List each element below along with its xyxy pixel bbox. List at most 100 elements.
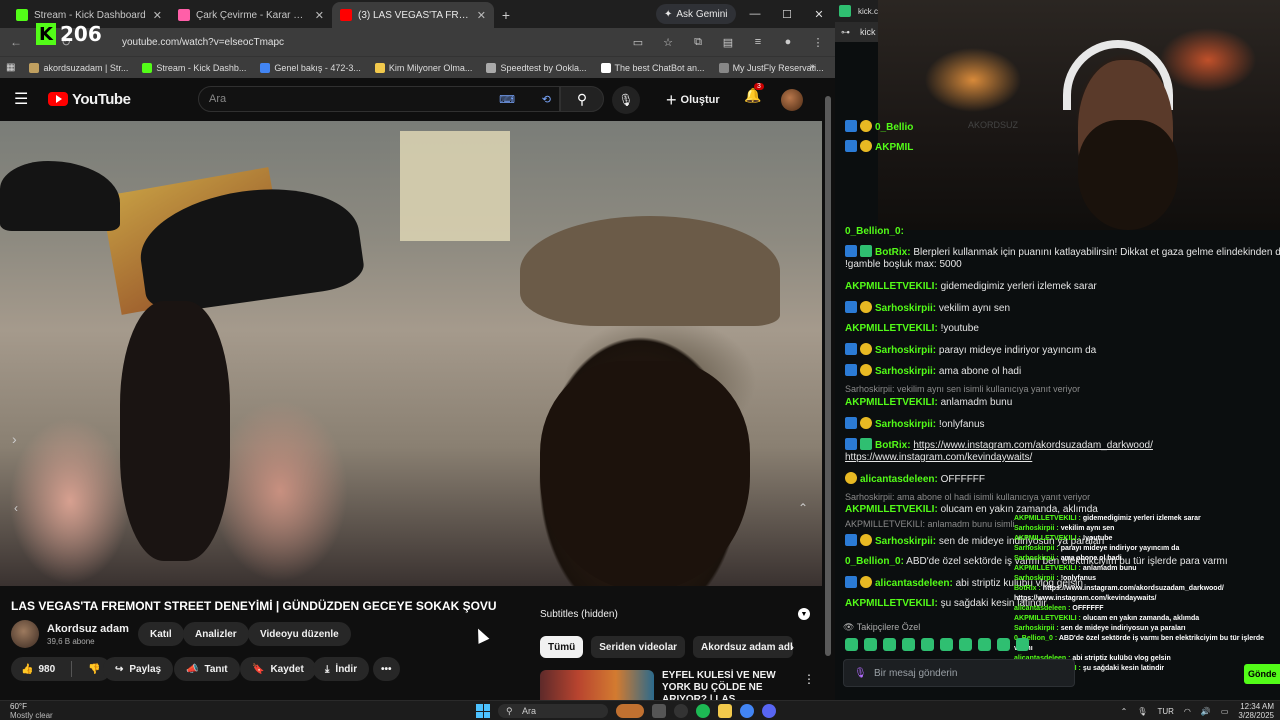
back-icon[interactable]: ← bbox=[6, 32, 26, 52]
tab-youtube-video[interactable]: (3) LAS VEGAS'TA FREMONT ST... ✕ bbox=[332, 2, 494, 28]
emote-icon[interactable] bbox=[940, 638, 953, 651]
chevron-right-icon[interactable]: › bbox=[790, 640, 794, 654]
chat-message[interactable]: alicantasdeleen: OFFFFFF bbox=[845, 472, 985, 486]
send-chat-button[interactable]: Gönde bbox=[1244, 664, 1280, 684]
profile-icon[interactable]: ● bbox=[779, 32, 797, 52]
emote-icon[interactable] bbox=[978, 638, 991, 651]
chat-username[interactable]: alicantasdeleen: bbox=[860, 474, 938, 485]
weather-widget[interactable]: 60°F Mostly clear bbox=[10, 702, 53, 720]
bookmark-justfly[interactable]: My JustFly Reservati... bbox=[718, 62, 824, 73]
share-button[interactable]: ↪ Paylaş bbox=[103, 657, 174, 681]
maximize-icon[interactable]: ☐ bbox=[771, 0, 803, 28]
language-indicator[interactable]: TUR bbox=[1157, 707, 1173, 716]
wifi-icon[interactable]: ◠ bbox=[1184, 707, 1191, 716]
chat-message[interactable]: AKPMILLETVEKILI: !youtube bbox=[845, 322, 979, 335]
chat-message[interactable]: 0_Bellio bbox=[845, 120, 913, 134]
chevron-up-icon[interactable]: ⌃ bbox=[1121, 707, 1128, 716]
channel-avatar[interactable] bbox=[11, 620, 39, 648]
chat-username[interactable]: AKPMILLETVEKILI: bbox=[845, 598, 938, 609]
close-window-icon[interactable]: ✕ bbox=[803, 0, 835, 28]
chip-channel[interactable]: Akordsuz adam adlı y bbox=[693, 636, 794, 658]
chat-message[interactable]: BotRix: Blerpleri kullanmak için puanını… bbox=[845, 245, 1280, 259]
search-input[interactable]: Ara ⌨ ⟲ bbox=[198, 86, 560, 112]
tab-cark-cevirme[interactable]: Çark Çevirme - Karar Çarkı ✕ bbox=[170, 2, 332, 28]
ask-gemini-button[interactable]: ✦ Ask Gemini bbox=[656, 4, 736, 24]
app-thumbnail-icon[interactable] bbox=[616, 704, 644, 718]
tab-search-icon[interactable]: ≡ bbox=[749, 32, 767, 52]
bookmark-star-icon[interactable]: ☆ bbox=[659, 32, 677, 52]
chat-username[interactable]: AKPMILLETVEKILI: bbox=[845, 323, 938, 334]
subtitles-toggle[interactable]: Subtitles (hidden) ▼ bbox=[540, 603, 810, 625]
close-tab-icon[interactable]: ✕ bbox=[315, 9, 324, 22]
emote-icon[interactable] bbox=[997, 638, 1010, 651]
chat-message[interactable]: AKPMILLETVEKILI: anlamadm bunu bbox=[845, 396, 1012, 409]
page-scrollbar[interactable] bbox=[823, 86, 833, 696]
microphone-icon[interactable]: 🎙 bbox=[1137, 707, 1147, 716]
video-player[interactable]: › ‹ ⌃ bbox=[0, 121, 822, 586]
chat-username[interactable]: Sarhoskirpii: bbox=[875, 303, 936, 314]
bookmark-genel-bakis[interactable]: Genel bakış - 472-3... bbox=[260, 62, 361, 73]
close-tab-icon[interactable]: ✕ bbox=[153, 9, 162, 22]
chat-message[interactable]: Sarhoskirpii: ama abone ol hadi bbox=[845, 364, 1021, 378]
chat-message[interactable]: https://www.instagram.com/kevindaywaits/ bbox=[845, 451, 1032, 464]
scrollbar-thumb[interactable] bbox=[825, 96, 831, 656]
edit-video-button[interactable]: Videoyu düzenle bbox=[248, 622, 351, 646]
chat-username[interactable]: AKPMILLETVEKILI: bbox=[845, 504, 938, 515]
notifications-button[interactable]: 🔔 3 bbox=[744, 83, 764, 104]
translate-icon[interactable]: ⟲ bbox=[542, 93, 551, 106]
chevron-left-icon[interactable]: ‹ bbox=[14, 501, 18, 515]
media-control-icon[interactable]: ▤ bbox=[719, 32, 737, 52]
youtube-logo[interactable]: YouTube bbox=[48, 91, 131, 108]
chat-username[interactable]: AKPMILLETVEKILI: bbox=[845, 397, 938, 408]
chat-message[interactable]: !gamble boşluk max: 5000 bbox=[845, 258, 962, 271]
extensions-icon[interactable]: ⧉ bbox=[689, 32, 707, 52]
chevron-left-icon[interactable]: › bbox=[12, 431, 17, 447]
chat-message[interactable]: Sarhoskirpii: vekilim aynı sen bbox=[845, 301, 1010, 315]
download-button[interactable]: ⤓ İndir bbox=[313, 657, 370, 681]
analytics-button[interactable]: Analizler bbox=[183, 622, 249, 646]
chip-series[interactable]: Seriden videolar bbox=[591, 636, 686, 658]
voice-search-button[interactable]: 🎙 bbox=[612, 86, 640, 114]
chat-username[interactable]: AKPMILLETVEKILI: bbox=[845, 281, 938, 292]
create-button[interactable]: + Oluştur bbox=[666, 87, 720, 113]
install-app-icon[interactable]: ▭ bbox=[629, 32, 647, 52]
like-button[interactable]: 👍 980 bbox=[11, 657, 65, 681]
chip-all[interactable]: Tümü bbox=[540, 636, 584, 658]
microphone-icon[interactable]: 🎙 bbox=[854, 668, 867, 679]
chat-text[interactable]: https://www.instagram.com/akordsuzadam_d… bbox=[913, 440, 1153, 451]
account-avatar[interactable] bbox=[781, 89, 803, 111]
chat-message[interactable]: AKPMILLETVEKILI: anlamadm bunu isimli bbox=[845, 518, 1015, 531]
chat-message[interactable]: 0_Bellion_0: bbox=[845, 225, 904, 238]
url-bar[interactable]: youtube.com/watch?v=elseocTmapc bbox=[96, 31, 596, 53]
emote-icon[interactable] bbox=[902, 638, 915, 651]
chat-username[interactable]: Sarhoskirpii: bbox=[875, 419, 936, 430]
emote-icon[interactable] bbox=[1016, 638, 1029, 651]
chat-username[interactable]: 0_Bellio bbox=[875, 122, 913, 133]
chat-username[interactable]: Sarhoskirpii: bbox=[875, 366, 936, 377]
chat-username[interactable]: Sarhoskirpii: bbox=[875, 536, 936, 547]
new-tab-button[interactable]: + bbox=[494, 2, 518, 28]
emote-icon[interactable] bbox=[845, 638, 858, 651]
clock[interactable]: 12:34 AM 3/28/2025 bbox=[1238, 702, 1274, 720]
menu-kebab-icon[interactable]: ⋮ bbox=[809, 32, 827, 52]
chat-message[interactable]: BotRix: https://www.instagram.com/akords… bbox=[845, 438, 1153, 452]
task-view-icon[interactable] bbox=[652, 704, 666, 718]
discord-icon[interactable] bbox=[762, 704, 776, 718]
chat-username[interactable]: AKPMIL bbox=[875, 142, 913, 153]
join-button[interactable]: Katıl bbox=[138, 622, 184, 646]
chat-username[interactable]: Sarhoskirpii: bbox=[875, 345, 936, 356]
chat-message[interactable]: Sarhoskirpii: vekilim aynı sen isimli ku… bbox=[845, 383, 1080, 396]
chat-username[interactable]: 0_Bellion_0: bbox=[845, 556, 904, 567]
more-vertical-icon[interactable]: ⋮ bbox=[803, 672, 815, 686]
apps-grid-icon[interactable]: ▦ bbox=[6, 62, 15, 73]
emote-icon[interactable] bbox=[883, 638, 896, 651]
volume-icon[interactable]: 🔊 bbox=[1201, 707, 1211, 716]
battery-icon[interactable]: ▭ bbox=[1221, 707, 1229, 716]
start-button[interactable] bbox=[476, 704, 490, 718]
chat-message[interactable]: Sarhoskirpii: parayı mideye indiriyor ya… bbox=[845, 343, 1096, 357]
spotify-icon[interactable] bbox=[696, 704, 710, 718]
save-button[interactable]: 🔖 Kaydet bbox=[240, 657, 316, 681]
search-button[interactable]: ⚲ bbox=[560, 86, 604, 112]
channel-name[interactable]: Akordsuz adam bbox=[47, 623, 129, 635]
bookmark-kick-dashboard[interactable]: Stream - Kick Dashb... bbox=[142, 62, 246, 73]
